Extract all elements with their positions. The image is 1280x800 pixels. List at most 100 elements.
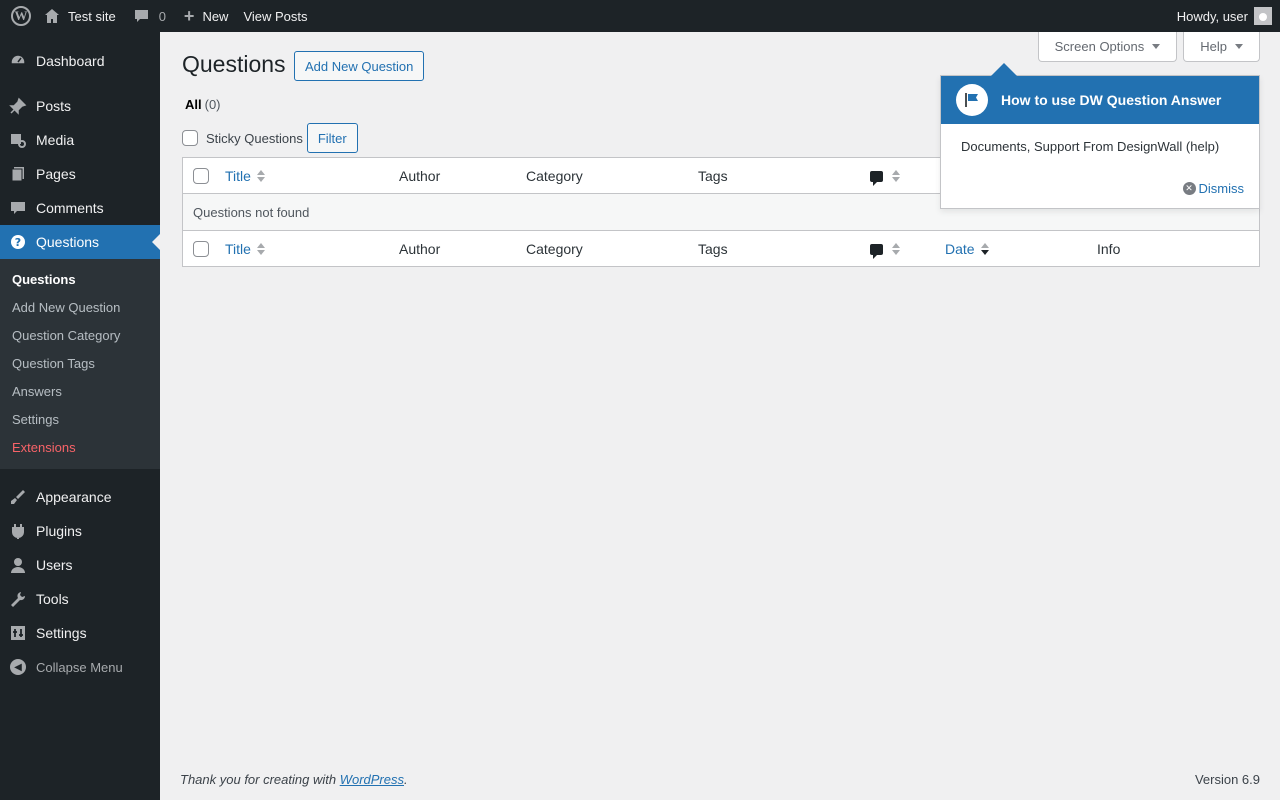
- pointer-arrow: [991, 63, 1017, 76]
- add-new-question-button[interactable]: Add New Question: [294, 51, 425, 81]
- plus-icon: +: [183, 6, 195, 26]
- sidebar-item-tools[interactable]: Tools: [0, 582, 160, 616]
- submenu-question-tags[interactable]: Question Tags: [0, 349, 160, 377]
- new-content-menu[interactable]: + New: [184, 0, 229, 32]
- sidebar-item-label: Questions: [36, 234, 100, 250]
- sidebar-item-questions[interactable]: ? Questions: [0, 225, 160, 259]
- sidebar-item-label: Pages: [36, 166, 76, 182]
- comment-icon: [134, 9, 148, 22]
- sidebar-item-plugins[interactable]: Plugins: [0, 514, 160, 548]
- close-icon: ✕: [1182, 181, 1196, 195]
- column-title-sort[interactable]: Title: [225, 158, 265, 194]
- submenu-questions[interactable]: Questions: [0, 265, 160, 293]
- footer-thanks-text: Thank you for creating with: [180, 772, 340, 787]
- pointer-body: Documents, Support From DesignWall (help…: [961, 139, 1220, 154]
- sidebar-item-appearance[interactable]: Appearance: [0, 480, 160, 514]
- feature-pointer-popup: How to use DW Question Answer Documents,…: [940, 63, 1260, 209]
- wordpress-logo-icon[interactable]: W: [0, 0, 36, 32]
- comment-bubble-icon: [870, 170, 883, 186]
- dismiss-label: Dismiss: [1198, 180, 1245, 196]
- collapse-label: Collapse Menu: [36, 659, 123, 675]
- footer-version: Version 6.9: [1194, 772, 1260, 787]
- pointer-header: How to use DW Question Answer: [941, 76, 1259, 124]
- sort-icon: [256, 243, 265, 255]
- sidebar-item-posts[interactable]: Posts: [0, 89, 160, 123]
- filter-all-link[interactable]: All: [185, 97, 202, 112]
- footer-credit: Thank you for creating with WordPress.: [180, 772, 408, 787]
- column-tags-footer: Tags: [698, 241, 728, 257]
- select-all-checkbox-footer[interactable]: [193, 241, 209, 257]
- column-author: Author: [399, 168, 441, 184]
- admin-sidebar: Dashboard Posts Media Pages Comments ? Q…: [0, 32, 160, 800]
- submenu-extensions[interactable]: Extensions: [0, 433, 160, 461]
- comment-bubble-icon: [870, 243, 883, 259]
- sidebar-item-settings[interactable]: Settings: [0, 616, 160, 650]
- view-posts-link[interactable]: View Posts: [243, 0, 307, 32]
- column-info-footer: Info: [1097, 241, 1121, 257]
- submenu-settings[interactable]: Settings: [0, 405, 160, 433]
- pin-icon: [0, 97, 36, 115]
- sort-icon: [256, 170, 265, 182]
- column-title-sort-footer[interactable]: Title: [225, 231, 265, 267]
- sidebar-item-label: Appearance: [36, 489, 112, 505]
- dismiss-link[interactable]: ✕ Dismiss: [1182, 180, 1245, 196]
- site-name-link[interactable]: Test site: [44, 0, 116, 32]
- user-icon: [0, 556, 36, 574]
- submenu-answers[interactable]: Answers: [0, 377, 160, 405]
- select-all-checkbox[interactable]: [193, 168, 209, 184]
- sidebar-item-label: Comments: [36, 200, 104, 216]
- sidebar-item-comments[interactable]: Comments: [0, 191, 160, 225]
- site-name: Test site: [68, 8, 116, 24]
- sidebar-item-label: Users: [36, 557, 73, 573]
- comment-icon: [0, 199, 36, 217]
- sidebar-item-label: Media: [36, 132, 75, 148]
- submenu-question-category[interactable]: Question Category: [0, 321, 160, 349]
- account-menu[interactable]: Howdy, user: [1177, 0, 1272, 32]
- brush-icon: [0, 488, 36, 506]
- sticky-questions-checkbox[interactable]: [182, 130, 198, 146]
- filter-all-count: (0): [204, 97, 221, 112]
- collapse-menu-button[interactable]: ◀ Collapse Menu: [0, 650, 160, 684]
- column-title-label: Title: [225, 241, 251, 257]
- home-icon: [45, 9, 59, 23]
- column-category-footer: Category: [526, 241, 583, 257]
- flag-icon: [956, 84, 988, 116]
- footer-period: .: [404, 772, 408, 787]
- sidebar-item-media[interactable]: Media: [0, 123, 160, 157]
- main-content: Screen Options Help Questions Add New Qu…: [160, 32, 1280, 800]
- submenu-add-new-question[interactable]: Add New Question: [0, 293, 160, 321]
- media-icon: [0, 131, 36, 149]
- sort-icon: [892, 243, 900, 255]
- avatar: [1254, 7, 1272, 25]
- howdy-text: Howdy, user: [1176, 8, 1248, 24]
- wordpress-link[interactable]: WordPress: [340, 772, 404, 787]
- questions-submenu: Questions Add New Question Question Cate…: [0, 259, 160, 469]
- sidebar-item-label: Posts: [36, 98, 72, 114]
- column-comments-sort[interactable]: [870, 158, 900, 194]
- column-tags: Tags: [698, 168, 728, 184]
- screen-options-button[interactable]: Screen Options: [1037, 32, 1178, 62]
- sort-icon: [892, 170, 900, 182]
- sticky-questions-label: Sticky Questions: [206, 130, 303, 146]
- filter-button[interactable]: Filter: [306, 123, 358, 153]
- empty-message: Questions not found: [193, 204, 310, 220]
- sidebar-item-pages[interactable]: Pages: [0, 157, 160, 191]
- column-date-sort-footer[interactable]: Date: [945, 231, 989, 267]
- pointer-footer: ✕ Dismiss: [941, 168, 1259, 208]
- comments-link[interactable]: 0: [134, 0, 166, 32]
- comments-count: 0: [158, 8, 166, 24]
- column-comments-sort-footer[interactable]: [870, 231, 900, 267]
- help-button[interactable]: Help: [1183, 32, 1260, 62]
- chevron-down-icon: [1152, 44, 1161, 49]
- help-label: Help: [1200, 39, 1227, 54]
- pointer-title: How to use DW Question Answer: [1001, 92, 1222, 108]
- question-icon: ?: [0, 233, 36, 251]
- sidebar-item-label: Settings: [36, 625, 87, 641]
- sidebar-item-users[interactable]: Users: [0, 548, 160, 582]
- collapse-arrow-icon: ◀: [10, 659, 26, 675]
- dashboard-icon: [0, 52, 36, 70]
- sidebar-item-label: Plugins: [36, 523, 82, 539]
- screen-options-label: Screen Options: [1054, 39, 1145, 54]
- settings-icon: [0, 624, 36, 642]
- sidebar-item-dashboard[interactable]: Dashboard: [0, 44, 160, 78]
